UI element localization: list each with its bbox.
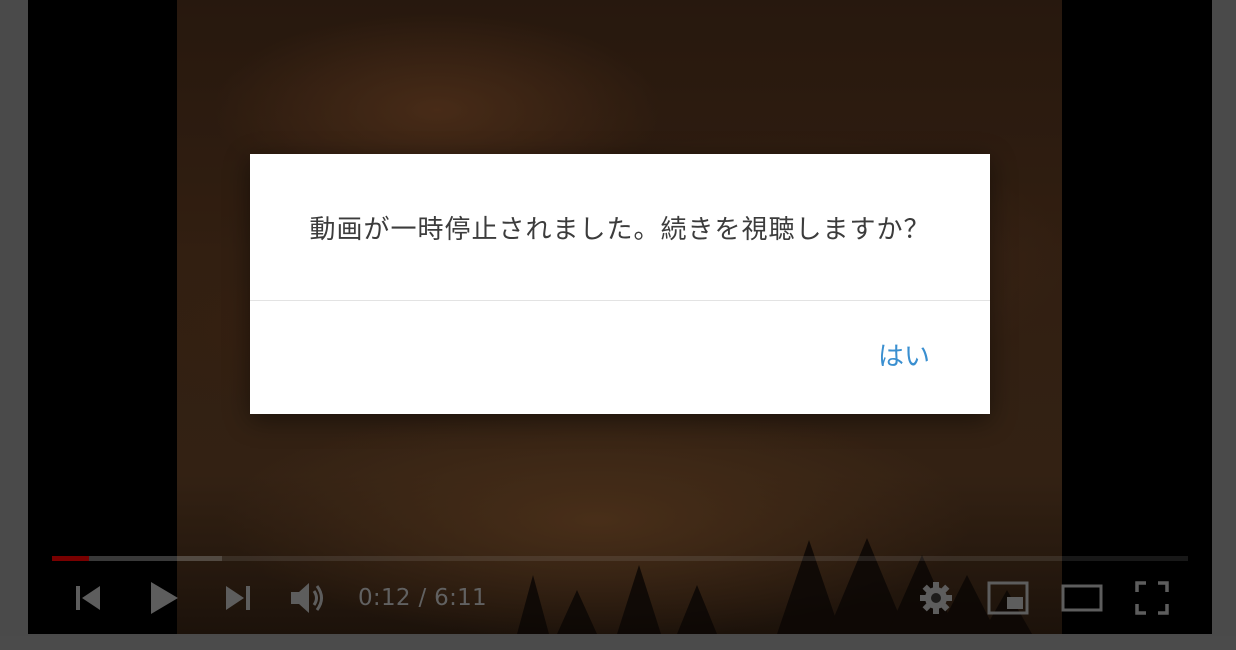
dialog-divider (250, 300, 990, 301)
dialog-message: 動画が一時停止されました。続きを視聴しますか？ (309, 214, 931, 245)
pause-confirm-dialog: 動画が一時停止されました。続きを視聴しますか？ はい (250, 154, 990, 414)
confirm-yes-button[interactable]: はい (858, 332, 950, 376)
